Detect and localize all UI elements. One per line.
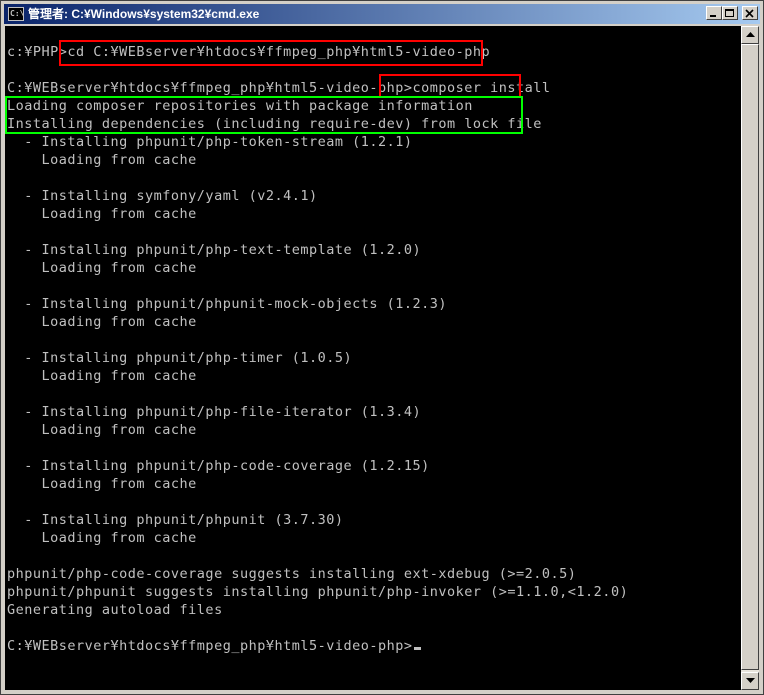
console-line: - Installing phpunit/php-timer (1.0.5) [7,350,353,366]
vertical-scrollbar[interactable] [741,26,759,690]
console-line: - Installing phpunit/phpunit-mock-object… [7,296,448,312]
scroll-up-button[interactable] [741,26,759,44]
maximize-icon [725,9,734,17]
console-line: Loading from cache [7,368,197,384]
text-cursor [413,647,421,650]
close-button[interactable] [742,6,758,20]
prompt-line: C:¥WEBserver¥htdocs¥ffmpeg_php¥html5-vid… [7,637,421,655]
console-line: - Installing phpunit/php-text-template (… [7,242,422,258]
close-icon [745,9,754,18]
console-line: Generating autoload files [7,602,223,618]
console-icon[interactable]: C:\ [8,7,24,21]
minimize-icon [710,15,716,17]
console-line: phpunit/php-code-coverage suggests insta… [7,566,577,582]
console-line: phpunit/phpunit suggests installing phpu… [7,584,629,600]
arrow-up-icon [746,32,755,37]
console-line: Loading from cache [7,476,197,492]
console-line: C:¥WEBserver¥htdocs¥ffmpeg_php¥html5-vid… [7,80,551,96]
console-line: Installing dependencies (including requi… [7,116,542,132]
console-line: - Installing phpunit/phpunit (3.7.30) [7,512,344,528]
console-line: - Installing symfony/yaml (v2.4.1) [7,188,318,204]
console-line: Loading composer repositories with packa… [7,98,473,114]
console-line: - Installing phpunit/php-token-stream (1… [7,134,413,150]
console-line: - Installing phpunit/php-code-coverage (… [7,458,430,474]
prompt-text: C:¥WEBserver¥htdocs¥ffmpeg_php¥html5-vid… [7,638,413,654]
title-bar[interactable]: C:\ 管理者: C:¥Windows¥system32¥cmd.exe [4,4,760,24]
console-line: Loading from cache [7,530,197,546]
console-line: Loading from cache [7,260,197,276]
console-line: Loading from cache [7,206,197,222]
console-line: c:¥PHP>cd C:¥WEBserver¥htdocs¥ffmpeg_php… [7,44,491,60]
console-line: Loading from cache [7,422,197,438]
scroll-thumb[interactable] [741,44,759,670]
console-line: Loading from cache [7,314,197,330]
console-output[interactable]: c:¥PHP>cd C:¥WEBserver¥htdocs¥ffmpeg_php… [5,26,741,690]
arrow-down-icon [746,678,755,683]
minimize-button[interactable] [706,6,722,20]
cmd-window: C:\ 管理者: C:¥Windows¥system32¥cmd.exe c:¥… [0,0,764,695]
scroll-down-button[interactable] [741,672,759,690]
console-line: - Installing phpunit/php-file-iterator (… [7,404,422,420]
maximize-button[interactable] [722,6,738,20]
console-line: Loading from cache [7,152,197,168]
window-title: 管理者: C:¥Windows¥system32¥cmd.exe [28,7,260,21]
